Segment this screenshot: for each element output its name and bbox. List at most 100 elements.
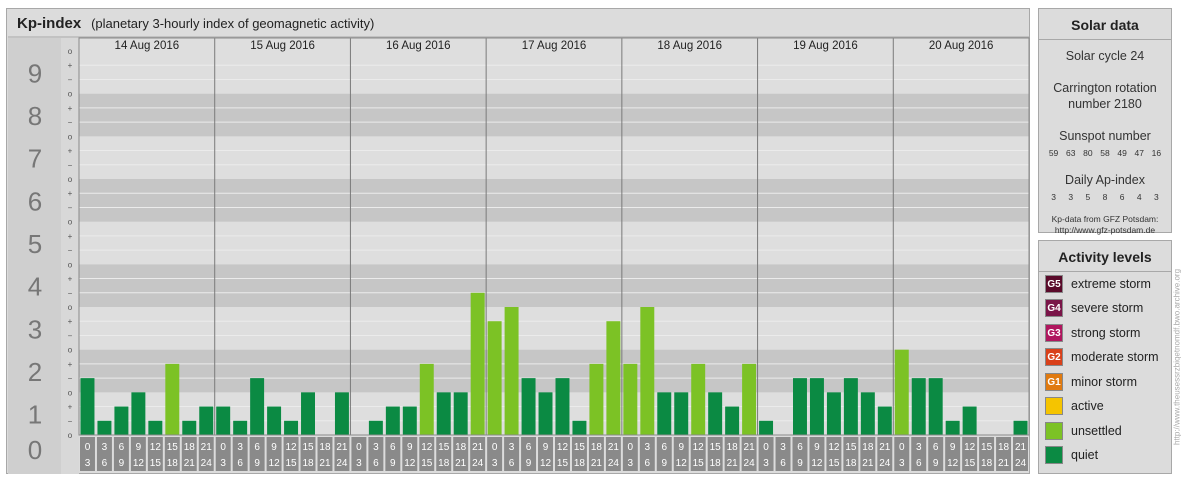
interval-start-label: 3 <box>780 442 786 453</box>
interval-start-label: 9 <box>543 442 549 453</box>
interval-start-label: 12 <box>964 442 976 453</box>
sunspot-value: 59 <box>1048 148 1059 158</box>
interval-start-label: 0 <box>492 442 498 453</box>
chart-subtitle: (planetary 3-hourly index of geomagnetic… <box>91 16 375 31</box>
kp-chart-panel: 14 Aug 2016 15 Aug 2016 16 Aug 2016 17 Aug … <box>6 8 1030 474</box>
kp-bar <box>301 392 315 435</box>
kp-bar <box>250 378 265 435</box>
interval-start-label: 9 <box>950 442 956 453</box>
interval-start-label: 15 <box>845 442 857 453</box>
y-tick-label: 6 <box>28 186 42 216</box>
kp-bar <box>623 363 638 435</box>
interval-end-label: 9 <box>933 458 939 469</box>
day-label: 17 Aug 2016 <box>522 40 587 52</box>
level-extreme-storm: G5 extreme storm <box>1045 274 1151 294</box>
ap-index-values: 3 3 5 8 6 4 3 <box>1039 192 1171 202</box>
interval-start-label: 15 <box>710 442 722 453</box>
kp-bar <box>419 363 434 435</box>
interval-start-label: 21 <box>472 442 484 453</box>
interval-start-label: 0 <box>85 442 91 453</box>
kp-bar <box>691 363 706 435</box>
minor-tick-label: o <box>68 218 73 227</box>
interval-end-label: 9 <box>254 458 260 469</box>
level-swatch: G4 <box>1045 299 1063 317</box>
minor-tick-label: o <box>68 388 73 397</box>
interval-start-label: 15 <box>574 442 586 453</box>
level-swatch: G2 <box>1045 348 1063 366</box>
solar-data-title: Solar data <box>1039 9 1171 40</box>
kp-bar <box>911 378 926 435</box>
kp-band <box>79 93 1029 137</box>
minor-tick-label: − <box>68 203 73 212</box>
sunspot-value: 49 <box>1117 148 1127 158</box>
chart-title: Kp-index <box>17 15 82 32</box>
interval-start-label: 0 <box>356 442 362 453</box>
interval-end-label: 9 <box>119 458 125 469</box>
day-label: 15 Aug 2016 <box>250 40 315 52</box>
kp-bar <box>674 392 689 435</box>
interval-end-label: 12 <box>404 458 416 469</box>
data-source-line2: http://www.gfz-potsdam.de <box>1054 225 1156 235</box>
interval-start-label: 9 <box>407 442 413 453</box>
interval-end-label: 12 <box>811 458 823 469</box>
interval-end-label: 18 <box>845 458 857 469</box>
ap-value: 3 <box>1154 192 1159 202</box>
minor-tick-label: + <box>68 403 73 412</box>
interval-end-label: 21 <box>455 458 467 469</box>
interval-start-label: 6 <box>119 442 125 453</box>
interval-start-label: 12 <box>421 442 433 453</box>
kp-bar <box>793 378 807 435</box>
level-swatch <box>1045 422 1063 440</box>
level-unsettled: unsettled <box>1045 421 1122 441</box>
minor-tick-label: + <box>68 189 73 198</box>
interval-end-label: 21 <box>998 458 1010 469</box>
sunspot-value: 47 <box>1134 148 1144 158</box>
sunspot-value: 80 <box>1083 148 1093 158</box>
sunspot-values: 59 63 80 58 49 47 16 <box>1039 148 1171 158</box>
interval-start-label: 21 <box>201 442 213 453</box>
interval-start-label: 3 <box>237 442 243 453</box>
ap-value: 4 <box>1136 192 1142 202</box>
interval-start-label: 18 <box>998 442 1010 453</box>
carrington-line1: Carrington rotation <box>1053 81 1157 95</box>
interval-start-label: 12 <box>828 442 840 453</box>
interval-end-label: 15 <box>421 458 433 469</box>
y-tick-label: 0 <box>28 435 42 465</box>
interval-start-label: 18 <box>727 442 739 453</box>
kp-bar <box>877 406 892 435</box>
y-tick-label: 8 <box>28 101 42 131</box>
interval-end-label: 15 <box>964 458 976 469</box>
interval-end-label: 6 <box>509 458 515 469</box>
minor-tick-label: − <box>68 246 73 255</box>
interval-start-label: 9 <box>814 442 820 453</box>
interval-start-label: 12 <box>150 442 162 453</box>
day-label: 20 Aug 2016 <box>929 40 994 52</box>
sunspot-value: 58 <box>1100 148 1110 158</box>
day-label: 16 Aug 2016 <box>386 40 451 52</box>
interval-start-label: 18 <box>184 442 196 453</box>
kp-chart: 14 Aug 2016 15 Aug 2016 16 Aug 2016 17 Aug … <box>8 10 1030 474</box>
kp-bar <box>131 392 146 435</box>
kp-bar <box>1013 420 1028 435</box>
day-label: 14 Aug 2016 <box>115 40 180 52</box>
minor-tick-label: o <box>68 260 73 269</box>
y-tick-label: 7 <box>28 144 42 174</box>
interval-end-label: 18 <box>574 458 586 469</box>
interval-end-label: 6 <box>645 458 651 469</box>
solar-data-panel: Solar data Solar cycle 24 Carrington rot… <box>1038 8 1172 235</box>
kp-bar <box>657 392 672 435</box>
interval-start-label: 12 <box>285 442 297 453</box>
interval-end-label: 12 <box>676 458 688 469</box>
kp-bar <box>267 406 282 435</box>
level-swatch: G1 <box>1045 373 1063 391</box>
minor-tick-label: + <box>68 360 73 369</box>
kp-bar <box>487 321 502 435</box>
sunspot-value: 63 <box>1065 148 1076 158</box>
interval-start-label: 3 <box>373 442 379 453</box>
kp-bar <box>334 392 349 435</box>
interval-start-label: 6 <box>390 442 396 453</box>
interval-start-label: 6 <box>526 442 532 453</box>
kp-bar <box>368 420 383 435</box>
minor-tick-label: o <box>68 90 73 99</box>
interval-end-label: 3 <box>763 458 769 469</box>
